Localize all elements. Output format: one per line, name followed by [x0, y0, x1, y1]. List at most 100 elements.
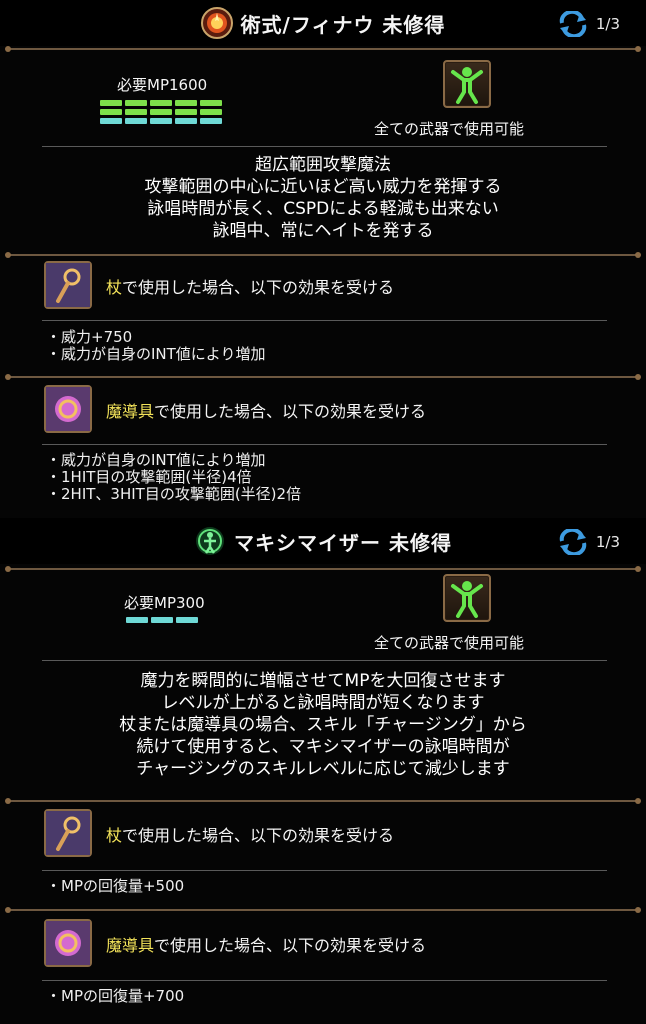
mp-gauge-row — [100, 118, 222, 124]
person-icon — [451, 581, 483, 618]
divider — [42, 146, 607, 147]
description-line: 続けて使用すると、マキシマイザーの詠唱時間が — [136, 737, 510, 757]
description-line: 超広範囲攻撃魔法 — [255, 155, 391, 175]
staff-icon — [46, 263, 90, 307]
mp-segment — [100, 109, 122, 115]
finau-skill-icon — [200, 7, 233, 39]
frame-rail — [0, 903, 646, 917]
skill-title: 術式/フィナウ 未修得 — [240, 12, 446, 37]
all-weapons-icon-frame — [443, 60, 491, 108]
effect-list: ・MPの回復量+500 — [46, 878, 184, 895]
mp-segment — [150, 109, 172, 115]
weapon-name-staff: 杖 — [106, 278, 123, 297]
person-icon — [451, 67, 483, 104]
mp-segment — [126, 617, 148, 623]
description-line: 杖または魔導具の場合、スキル「チャージング」から — [119, 715, 527, 735]
skill-panel-finau: 術式/フィナウ 未修得 1/3 必要MP1600 全ての武器で使用可能 超広範囲… — [0, 0, 646, 518]
description-line: レベルが上がると詠唱時間が短くなります — [161, 693, 485, 713]
skill-description: 超広範囲攻撃魔法 攻撃範囲の中心に近いほど高い威力を発揮する 詠唱時間が長く、CSP… — [0, 154, 646, 242]
mp-segment — [150, 100, 172, 106]
effect-item: ・MPの回復量+500 — [46, 877, 185, 895]
effect-item: ・1HIT目の攻撃範囲(半径)4倍 — [46, 468, 252, 486]
mp-required: 必要MP1600 — [117, 76, 208, 94]
staff-icon — [46, 811, 90, 855]
weapon-note: 全ての武器で使用可能 — [374, 634, 525, 652]
description-line: 詠唱中、常にヘイトを発する — [212, 221, 434, 241]
skill-panel-maximizer: マキシマイザー 未修得 1/3 必要MP300 全ての武器で使用可能 魔力を瞬間… — [0, 518, 646, 1024]
effect-item: ・威力+750 — [46, 328, 133, 346]
effect-item: ・威力が自身のINT値により増加 — [46, 451, 266, 469]
effect-list: ・威力+750 ・威力が自身のINT値により増加 — [46, 329, 266, 363]
description-line: 詠唱時間が長く、CSPDによる軽減も出来ない — [147, 199, 499, 219]
divider — [42, 320, 607, 321]
frame-rail — [0, 370, 646, 384]
requirement-area: 必要MP1600 全ての武器で使用可能 — [0, 56, 646, 144]
page-control[interactable]: 1/3 — [558, 10, 620, 38]
mp-segment — [100, 118, 122, 124]
refresh-icon[interactable] — [558, 529, 588, 555]
maximizer-skill-icon — [196, 527, 225, 555]
mp-segment — [125, 100, 147, 106]
weapon-effect-suffix: で使用した場合、以下の効果を受ける — [122, 278, 395, 297]
mp-segment — [150, 118, 172, 124]
frame-rail — [0, 794, 646, 808]
effect-list: ・MPの回復量+700 — [46, 988, 184, 1005]
staff-icon-frame — [44, 261, 92, 309]
mp-segment — [200, 100, 222, 106]
weapon-note: 全ての武器で使用可能 — [374, 120, 525, 138]
weapon-effect-suffix: で使用した場合、以下の効果を受ける — [154, 936, 427, 955]
mp-gauge-row — [126, 617, 198, 623]
mp-gauge — [126, 617, 198, 623]
mp-required: 必要MP300 — [124, 594, 205, 612]
staff-icon-frame — [44, 809, 92, 857]
weapon-name-magic-device: 魔導具 — [106, 936, 155, 955]
weapon-name-magic-device: 魔導具 — [106, 402, 155, 421]
divider — [42, 870, 607, 871]
magic-device-icon — [46, 387, 90, 431]
effect-item: ・2HIT、3HIT目の攻撃範囲(半径)2倍 — [46, 485, 302, 503]
weapon-effect-suffix: で使用した場合、以下の効果を受ける — [122, 826, 395, 845]
mp-segment — [151, 617, 173, 623]
mp-segment — [125, 109, 147, 115]
description-line: 攻撃範囲の中心に近いほど高い威力を発揮する — [144, 177, 502, 197]
mp-gauge-row — [100, 109, 222, 115]
page-indicator: 1/3 — [595, 533, 620, 551]
refresh-icon[interactable] — [558, 11, 588, 37]
weapon-effect-label: 杖で使用した場合、以下の効果を受ける — [106, 822, 394, 846]
mp-gauge-row — [100, 100, 222, 106]
description-line: 魔力を瞬間的に増幅させてMPを大回復させます — [140, 671, 506, 691]
mp-segment — [200, 118, 222, 124]
weapon-effect-magic-device: 魔導具で使用した場合、以下の効果を受ける — [0, 918, 646, 968]
divider — [42, 980, 607, 981]
effect-item: ・MPの回復量+700 — [46, 987, 185, 1005]
weapon-effect-staff: 杖で使用した場合、以下の効果を受ける — [0, 808, 646, 858]
weapon-effect-magic-device: 魔導具で使用した場合、以下の効果を受ける — [0, 384, 646, 434]
weapon-effect-staff: 杖で使用した場合、以下の効果を受ける — [0, 260, 646, 310]
mp-segment — [100, 100, 122, 106]
divider — [42, 660, 607, 661]
weapon-effect-suffix: で使用した場合、以下の効果を受ける — [154, 402, 427, 421]
requirement-area: 必要MP300 全ての武器で使用可能 — [0, 572, 646, 662]
mp-segment — [176, 617, 198, 623]
mp-segment — [125, 118, 147, 124]
page-indicator: 1/3 — [595, 15, 620, 33]
weapon-effect-label: 魔導具で使用した場合、以下の効果を受ける — [106, 398, 426, 422]
mp-segment — [175, 100, 197, 106]
magic-device-icon — [46, 921, 90, 965]
effect-item: ・威力が自身のINT値により増加 — [46, 345, 266, 363]
magic-device-icon-frame — [44, 385, 92, 433]
skill-description: 魔力を瞬間的に増幅させてMPを大回復させます レベルが上がると詠唱時間が短くなりま… — [0, 670, 646, 780]
weapon-name-staff: 杖 — [106, 826, 123, 845]
weapon-effect-label: 魔導具で使用した場合、以下の効果を受ける — [106, 932, 426, 956]
skill-title: マキシマイザー 未修得 — [234, 530, 452, 555]
all-weapons-icon-frame — [443, 574, 491, 622]
description-line: チャージングのスキルレベルに応じて減少します — [136, 759, 510, 779]
magic-device-icon-frame — [44, 919, 92, 967]
mp-segment — [200, 109, 222, 115]
page-control[interactable]: 1/3 — [558, 528, 620, 556]
skill-title-bar: 術式/フィナウ 未修得 1/3 — [0, 0, 646, 46]
effect-list: ・威力が自身のINT値により増加 ・1HIT目の攻撃範囲(半径)4倍 ・2HIT、3… — [46, 452, 301, 503]
mp-segment — [175, 109, 197, 115]
mp-gauge — [100, 100, 222, 124]
skill-title-bar: マキシマイザー 未修得 1/3 — [0, 518, 646, 564]
